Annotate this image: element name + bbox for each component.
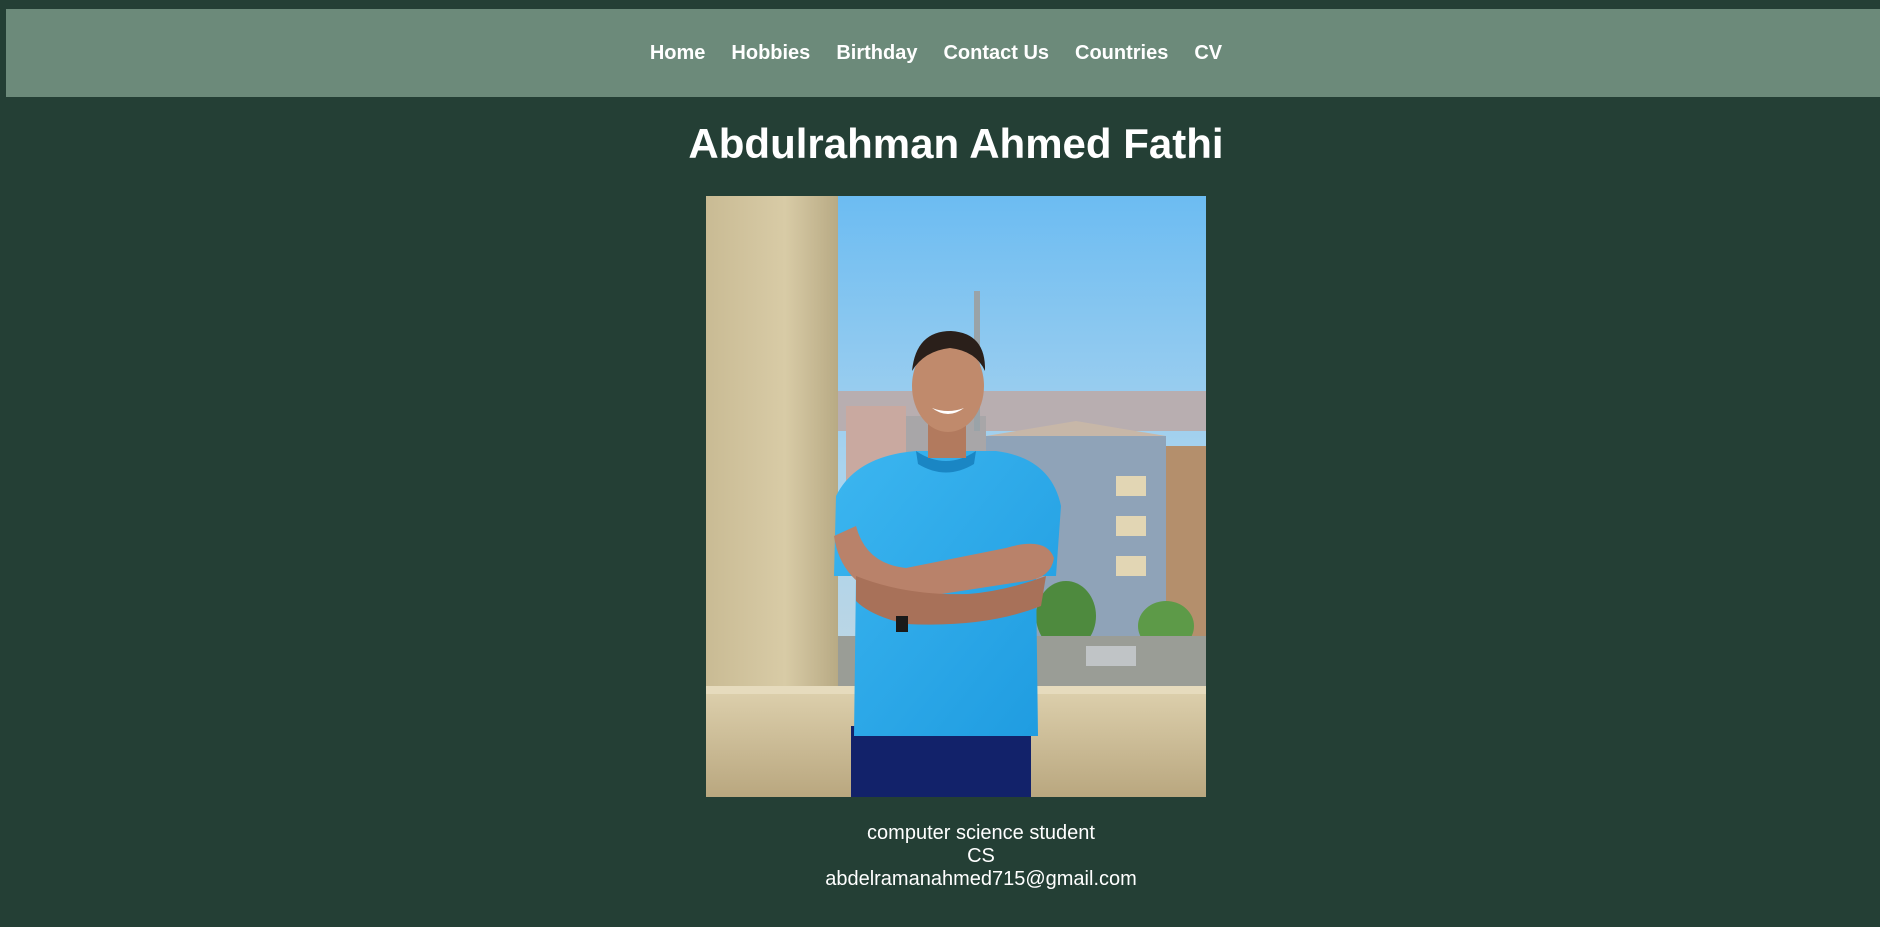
- nav-list: Home Hobbies Birthday Contact Us Countri…: [637, 42, 1235, 65]
- nav-link-cv[interactable]: CV: [1181, 42, 1235, 65]
- top-navbar: Home Hobbies Birthday Contact Us Countri…: [6, 9, 1880, 97]
- profile-field: CS: [967, 845, 995, 867]
- profile-photo: [706, 196, 1206, 797]
- profile-info: computer science student CS abdelramanah…: [0, 822, 1880, 891]
- nav-link-countries[interactable]: Countries: [1062, 42, 1181, 65]
- nav-link-contact-us[interactable]: Contact Us: [930, 42, 1062, 65]
- nav-link-home[interactable]: Home: [637, 42, 719, 65]
- nav-link-hobbies[interactable]: Hobbies: [718, 42, 823, 65]
- page-title: Abdulrahman Ahmed Fathi: [688, 120, 1224, 167]
- profile-description: computer science student: [867, 822, 1095, 844]
- profile-email: abdelramanahmed715@gmail.com: [825, 868, 1137, 890]
- nav-link-birthday[interactable]: Birthday: [823, 42, 930, 65]
